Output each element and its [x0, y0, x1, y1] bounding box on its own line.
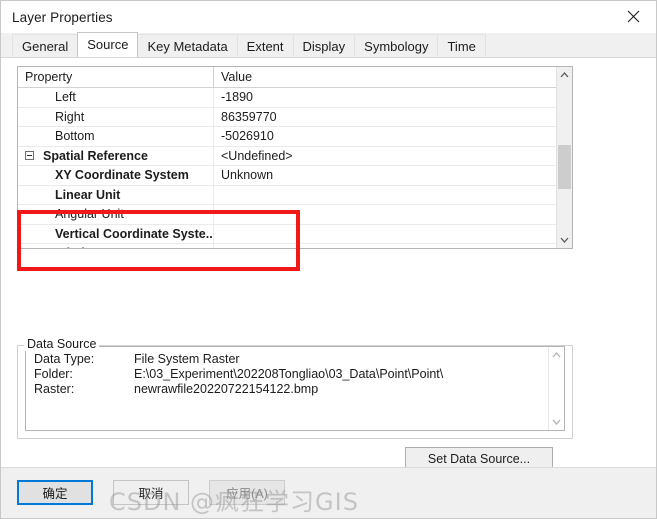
data-type-value: File System Raster [134, 352, 240, 366]
property-grid: Property Value Left -1890 Right 86359770… [17, 66, 573, 249]
property-value-cell: <Undefined> [214, 147, 556, 166]
table-row[interactable]: Bottom -5026910 [18, 127, 556, 147]
property-value-cell [214, 186, 556, 205]
row-label-left: Left [55, 90, 76, 105]
row-value-bottom: -5026910 [221, 129, 274, 144]
row-label-right: Right [55, 109, 85, 124]
property-value-cell: 86359770 [214, 108, 556, 127]
row-value-left: -1890 [221, 90, 253, 105]
scroll-up-arrow-icon[interactable] [549, 347, 564, 363]
chevron-up-glyph [560, 72, 569, 78]
tab-symbology[interactable]: Symbology [354, 34, 439, 57]
table-row[interactable]: Spatial Reference <Undefined> [18, 146, 556, 166]
tab-display[interactable]: Display [292, 34, 356, 57]
row-label-vertical-coordinate-system: Vertical Coordinate Syste... [55, 226, 214, 241]
tab-source[interactable]: Source [77, 32, 139, 57]
folder-value: E:\03_Experiment\202208Tongliao\03_Data\… [134, 367, 444, 381]
scroll-up-arrow-icon[interactable] [557, 67, 572, 83]
row-label-angular-unit: Angular Unit [55, 207, 124, 222]
data-source-line-raster: Raster: newrawfile20220722154122.bmp [34, 382, 548, 397]
dialog-footer: 确定 取消 应用(A) CSDN @疯狂学习GIS [1, 467, 656, 518]
property-name-cell: Linear Unit [18, 185, 214, 204]
scroll-track[interactable] [549, 363, 564, 414]
property-value-cell [214, 244, 556, 248]
folder-label: Folder: [34, 367, 73, 381]
ok-button[interactable]: 确定 [17, 480, 93, 505]
column-header-property: Property [18, 67, 214, 87]
column-header-property-text: Property [25, 70, 73, 84]
tab-strip: General Source Key Metadata Extent Displ… [1, 32, 656, 57]
chevron-down-glyph [560, 237, 569, 243]
property-name-cell: Spatial Reference [18, 146, 214, 165]
table-row[interactable]: Statistics [18, 244, 556, 248]
raster-value: newrawfile20220722154122.bmp [134, 382, 319, 396]
property-name-cell: Angular Unit [18, 205, 214, 224]
data-source-group: Data Source Data Type: File System Raste… [17, 337, 573, 439]
property-value-cell [214, 225, 556, 244]
data-source-line-data-type: Data Type: File System Raster [34, 352, 548, 367]
table-row[interactable]: Vertical Coordinate Syste... [18, 224, 556, 244]
tab-time[interactable]: Time [437, 34, 486, 57]
row-value-right: 86359770 [221, 109, 277, 124]
column-header-value-text: Value [221, 70, 253, 84]
row-value-spatial-reference: <Undefined> [221, 148, 293, 163]
apply-button: 应用(A) [209, 480, 285, 505]
chevron-up-glyph [552, 352, 561, 358]
property-value-cell: -1890 [214, 88, 556, 107]
property-name-cell: Right [18, 107, 214, 126]
layer-properties-dialog: Layer Properties General Source Key Meta… [0, 0, 657, 519]
row-value-xy-coordinate-system: Unknown [221, 168, 274, 183]
column-header-value: Value [214, 67, 556, 87]
tab-extent[interactable]: Extent [236, 34, 294, 57]
window-title: Layer Properties [12, 9, 113, 25]
title-bar: Layer Properties [1, 1, 656, 33]
source-tab-page: Property Value Left -1890 Right 86359770… [1, 57, 656, 470]
property-name-cell: XY Coordinate System [18, 166, 214, 185]
property-name-cell: Left [18, 88, 214, 107]
property-value-cell [214, 205, 556, 224]
data-source-legend: Data Source [24, 337, 100, 351]
property-value-cell: Unknown [214, 166, 556, 185]
property-grid-scrollbar[interactable] [556, 67, 572, 248]
table-row[interactable]: Right 86359770 [18, 107, 556, 127]
row-label-spatial-reference: Spatial Reference [43, 148, 148, 163]
row-label-bottom: Bottom [55, 129, 95, 144]
property-grid-body: Property Value Left -1890 Right 86359770… [18, 67, 556, 248]
data-type-label: Data Type: [34, 352, 95, 366]
row-label-statistics: Statistics [43, 246, 99, 248]
property-value-cell: -5026910 [214, 127, 556, 146]
close-glyph [627, 10, 640, 23]
collapse-expander-icon[interactable] [25, 151, 34, 161]
table-row[interactable]: Linear Unit [18, 185, 556, 205]
data-source-textbox[interactable]: Data Type: File System Raster Folder: E:… [25, 346, 565, 431]
table-row[interactable]: XY Coordinate System Unknown [18, 166, 556, 186]
scroll-down-arrow-icon[interactable] [557, 232, 572, 248]
data-source-line-folder: Folder: E:\03_Experiment\202208Tongliao\… [34, 367, 548, 382]
row-label-xy-coordinate-system: XY Coordinate System [55, 168, 189, 183]
property-name-cell: Statistics [18, 244, 214, 248]
property-name-cell: Bottom [18, 127, 214, 146]
tab-key-metadata[interactable]: Key Metadata [137, 34, 238, 57]
property-name-cell: Vertical Coordinate Syste... [18, 224, 214, 243]
scroll-down-arrow-icon[interactable] [549, 414, 564, 430]
property-grid-header: Property Value [18, 67, 556, 88]
cancel-button[interactable]: 取消 [113, 480, 189, 505]
raster-label: Raster: [34, 382, 75, 396]
scroll-track[interactable] [557, 83, 572, 232]
close-icon[interactable] [611, 1, 656, 32]
chevron-down-glyph [552, 419, 561, 425]
data-source-scrollbar[interactable] [548, 347, 564, 430]
table-row[interactable]: Angular Unit [18, 205, 556, 225]
scroll-thumb[interactable] [558, 145, 571, 189]
row-label-linear-unit: Linear Unit [55, 187, 121, 202]
table-row[interactable]: Left -1890 [18, 88, 556, 108]
data-source-text: Data Type: File System Raster Folder: E:… [26, 347, 548, 430]
tab-general[interactable]: General [12, 34, 79, 57]
